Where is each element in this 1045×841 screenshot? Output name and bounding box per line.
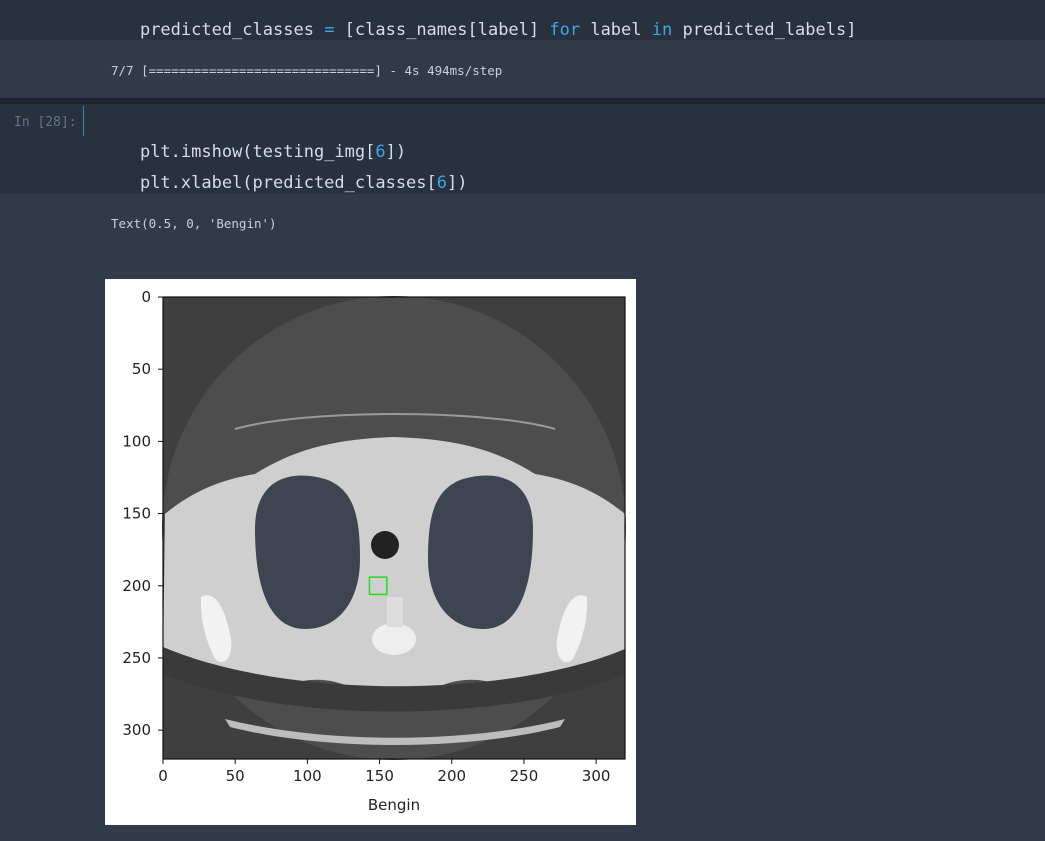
ct-scan-plot: 0 50 100 150 200 250 300 0 50 100 150 200 250 300 Be… (122, 288, 626, 814)
scan-image (162, 296, 626, 760)
y-tick-label: 50 (132, 360, 151, 378)
y-axis: 0 50 100 150 200 250 300 (122, 288, 163, 739)
y-tick-label: 100 (122, 432, 151, 450)
code-cell-2[interactable]: In [28]: plt.imshow(testing_img[6]) plt.… (0, 104, 1045, 194)
x-tick-label: 150 (365, 767, 394, 785)
x-tick-label: 0 (158, 767, 168, 785)
output-cell-1: 7/7 [==============================] - 4… (0, 40, 1045, 98)
x-tick-label: 250 (510, 767, 539, 785)
x-axis-label: Bengin (368, 796, 420, 814)
y-tick-label: 150 (122, 505, 151, 523)
x-axis: 0 50 100 150 200 250 300 (158, 759, 610, 785)
x-tick-label: 100 (293, 767, 322, 785)
x-tick-label: 200 (437, 767, 466, 785)
x-tick-label: 50 (226, 767, 245, 785)
code-line[interactable]: plt.xlabel(predicted_classes[6]) (99, 153, 468, 213)
y-tick-label: 300 (122, 721, 151, 739)
progress-output: 7/7 [==============================] - 4… (111, 63, 503, 78)
y-tick-label: 0 (141, 288, 151, 306)
active-cell-indicator (83, 106, 84, 136)
y-tick-label: 250 (122, 649, 151, 667)
y-tick-label: 200 (122, 577, 151, 595)
matplotlib-figure: 0 50 100 150 200 250 300 0 50 100 150 200 250 300 Be… (105, 279, 636, 825)
text-output: Text(0.5, 0, 'Bengin') (111, 216, 277, 231)
cell-prompt: In [28]: (14, 115, 77, 130)
code-cell-1[interactable]: predicted_classes = [class_names[label] … (0, 0, 1045, 40)
x-tick-label: 300 (582, 767, 611, 785)
